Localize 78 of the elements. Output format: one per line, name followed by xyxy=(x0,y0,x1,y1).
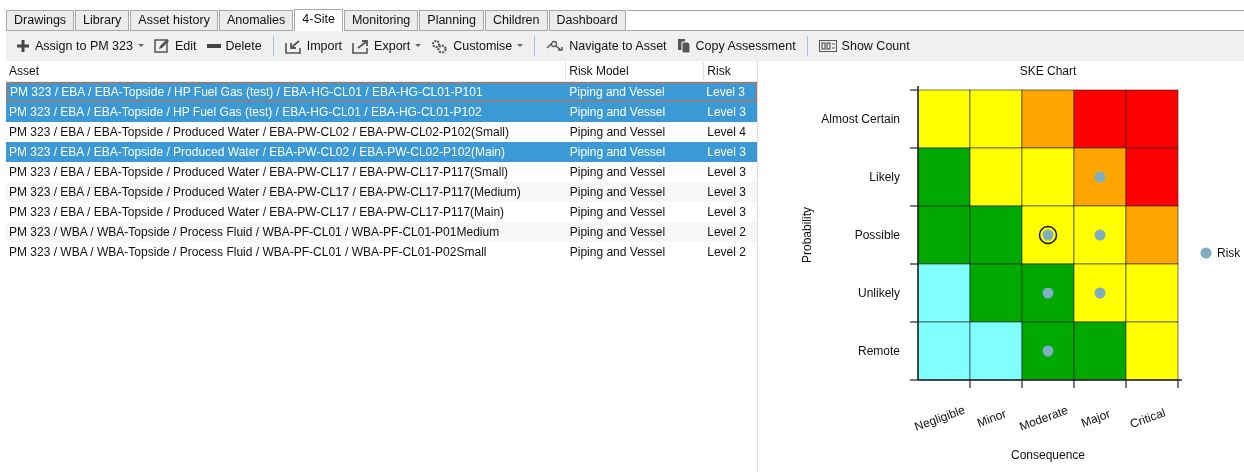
table-cell-text: PM 323 / EBA / EBA-Topside / Produced Water / EBA-PW-CL17 / EBA-PW-CL17-P117(Main) xyxy=(8,204,506,221)
axis-label: Major xyxy=(1079,406,1113,430)
column-header[interactable]: Risk Model xyxy=(566,62,705,80)
table-row[interactable]: PM 323 / EBA / EBA-Topside / Produced Water / EBA-PW-CL02 / EBA-PW-CL02-P102(Small) Piping and Vessel Level 4 xyxy=(6,122,757,142)
table-cell-text: PM 323 / EBA / EBA-Topside / Produced Water / EBA-PW-CL02 / EBA-PW-CL02-P102(Small) xyxy=(8,124,510,141)
tab[interactable]: Drawings xyxy=(6,10,75,31)
table-row[interactable]: PM 323 / EBA / EBA-Topside / Produced Water / EBA-PW-CL17 / EBA-PW-CL17-P117(Medium) Piping and Vessel Level 3 xyxy=(6,182,757,202)
tab[interactable]: Anomalies xyxy=(218,10,294,31)
table-cell-text: PM 323 / EBA / EBA-Topside / Produced Water / EBA-PW-CL17 / EBA-PW-CL17-P117(Small) xyxy=(8,164,510,181)
legend-label: Risk xyxy=(1217,246,1241,260)
pencil-icon xyxy=(153,38,170,54)
axis-label: Critical xyxy=(1128,405,1168,432)
chart-title: SKE Chart xyxy=(1019,64,1077,78)
axis-label: Possible xyxy=(854,228,900,242)
table-row[interactable]: PM 323 / EBA / EBA-Topside / Produced Water / EBA-PW-CL17 / EBA-PW-CL17-P117(Small) Piping and Vessel Level 3 xyxy=(6,162,757,182)
caret-icon xyxy=(137,44,144,48)
axis-label: Remote xyxy=(857,344,900,358)
table-cell-text: PM 323 / EBA / EBA-Topside / HP Fuel Gas (test) / EBA-HG-CL01 / EBA-HG-CL01-P102 xyxy=(8,104,483,121)
table-cell-text: Piping and Vessel xyxy=(568,124,667,141)
tab[interactable]: Planning xyxy=(419,10,484,31)
tab[interactable]: Children xyxy=(484,10,548,31)
table-cell-text: Level 3 xyxy=(706,164,747,181)
table-cell-text: Level 3 xyxy=(706,204,747,221)
table-cell-text: PM 323 / WBA / WBA-Topside / Process Fluid / WBA-PF-CL01 / WBA-PF-CL01-P02Small xyxy=(8,244,488,261)
toolbar-button[interactable]: Assign to PM 323 xyxy=(12,37,148,55)
table-cell-text: Level 4 xyxy=(706,124,747,141)
toolbar-button[interactable]: Show Count xyxy=(814,37,914,55)
table-cell-text: PM 323 / EBA / EBA-Topside / Produced Water / EBA-PW-CL02 / EBA-PW-CL02-P102(Main) xyxy=(8,144,506,161)
counter-icon xyxy=(818,40,837,52)
table-cell-text: PM 323 / WBA / WBA-Topside / Process Fluid / WBA-PF-CL01 / WBA-PF-CL01-P01Medium xyxy=(8,224,501,241)
caret-icon xyxy=(517,44,524,48)
import-icon xyxy=(284,38,302,54)
table-row[interactable]: PM 323 / WBA / WBA-Topside / Process Fluid / WBA-PF-CL01 / WBA-PF-CL01-P01Medium Piping and Vessel Level 2 xyxy=(6,222,757,242)
table-cell-text: Piping and Vessel xyxy=(568,244,667,261)
axis-label: Unlikely xyxy=(858,286,900,300)
toolbar-button[interactable]: Navigate to Asset xyxy=(542,37,671,55)
table-cell-text: PM 323 / EBA / EBA-Topside / HP Fuel Gas (test) / EBA-HG-CL01 / EBA-HG-CL01-P101 xyxy=(9,84,484,101)
axis-title: Consequence xyxy=(1010,448,1086,462)
tab[interactable]: Asset history xyxy=(130,10,218,31)
table-cell-text: Level 3 xyxy=(706,184,747,201)
table-cell-text: Piping and Vessel xyxy=(568,84,666,101)
table-cell-text: Level 2 xyxy=(706,244,747,261)
path-icon xyxy=(546,40,565,52)
table-cell-text: Piping and Vessel xyxy=(568,164,667,181)
tab[interactable]: Library xyxy=(75,10,130,31)
caret-icon xyxy=(415,44,422,48)
minus-icon xyxy=(206,44,221,48)
export-icon xyxy=(352,38,370,54)
toolbar-button[interactable]: Export xyxy=(348,36,426,56)
axis-label: Likely xyxy=(869,170,900,184)
plus-icon xyxy=(16,39,30,53)
toolbar-button[interactable]: Customise xyxy=(427,36,528,56)
table-cell-text: Piping and Vessel xyxy=(568,144,667,161)
table-cell-text: Piping and Vessel xyxy=(568,184,667,201)
column-header[interactable]: Risk xyxy=(704,62,757,80)
tab[interactable]: 4-Site xyxy=(294,9,343,32)
column-header[interactable]: Asset xyxy=(6,62,567,80)
table-cell-text: Level 3 xyxy=(706,144,747,161)
table-cell-text: Level 3 xyxy=(705,84,747,101)
toolbar-button[interactable]: Copy Assessment xyxy=(672,36,800,56)
table-row[interactable]: PM 323 / EBA / EBA-Topside / Produced Water / EBA-PW-CL17 / EBA-PW-CL17-P117(Main) Piping and Vessel Level 3 xyxy=(6,202,757,222)
toolbar-button[interactable]: Import xyxy=(280,36,347,56)
table-cell-text: Level 3 xyxy=(706,104,747,121)
axis-title: Probability xyxy=(800,207,814,263)
table-cell-text: Level 2 xyxy=(706,224,747,241)
tab[interactable]: Monitoring xyxy=(343,10,419,31)
table-row[interactable]: PM 323 / WBA / WBA-Topside / Process Fluid / WBA-PF-CL01 / WBA-PF-CL01-P02Small Piping and Vessel Level 2 xyxy=(6,242,757,262)
table-cell-text: Piping and Vessel xyxy=(568,104,667,121)
toolbar-button[interactable]: Edit xyxy=(149,36,201,56)
tab[interactable]: Dashboard xyxy=(548,10,626,31)
axis-label: Minor xyxy=(975,406,1009,430)
gear-icon xyxy=(431,38,449,54)
copy-icon xyxy=(676,38,691,54)
table-cell-text: Piping and Vessel xyxy=(568,204,667,221)
table-cell-text: PM 323 / EBA / EBA-Topside / Produced Water / EBA-PW-CL17 / EBA-PW-CL17-P117(Medium) xyxy=(8,184,522,201)
axis-label: Almost Certain xyxy=(821,112,900,126)
table-cell-text: Piping and Vessel xyxy=(568,224,667,241)
toolbar-button[interactable]: Delete xyxy=(202,37,266,55)
